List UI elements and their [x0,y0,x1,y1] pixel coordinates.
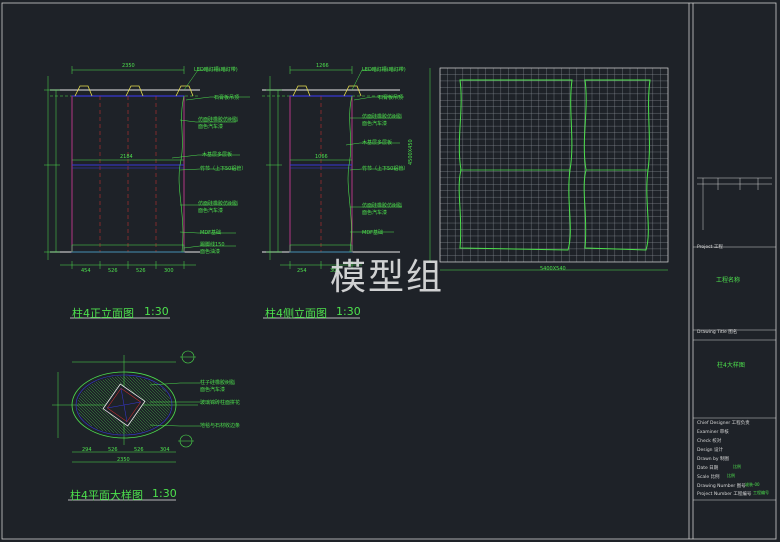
plan-detail-scale: 1:30 [152,487,177,500]
side-annotation: 仿面硅橡胶仿树脂 [362,203,403,209]
plan-annotation: 面色汽车漆 [200,387,226,393]
plan-total-dimension: 2350 [117,457,130,463]
tb-row-label: Drawn by 制图 [697,457,729,462]
tb-row-label: Project Number 工程编号 [697,492,752,497]
front-annotation: 木基层多层板 [202,152,233,158]
side-annotation: 仿面硅橡胶仿树脂 [362,114,403,120]
front-annotation: 面色油漆 [200,249,221,255]
side-mid-dimension: 1066 [315,154,328,160]
side-bottom-dimension: 254 [297,268,307,274]
tb-row-label: Scale 比例 [697,475,720,480]
side-elevation-scale: 1:30 [336,305,361,318]
project-name: 工程名称 [716,277,741,284]
side-annotation: LED暗灯槽(暗灯带) [362,67,406,73]
side-annotation: 竹节（上下50铝管） [362,166,409,172]
side-top-dimension: 1266 [316,63,329,69]
watermark: 模型组 [330,257,445,298]
side-annotation: 面色汽车漆 [362,121,388,127]
front-bottom-dimension: 526 [108,268,118,274]
side-elevation-title: 柱4侧立面图 [265,307,327,320]
front-annotation: 仿面硅橡胶仿树脂 [198,117,239,123]
front-annotation: 石膏板吊顶 [214,95,240,101]
tb-row-label: Date 日期 [697,466,719,471]
plan-bottom-dimension: 294 [82,447,92,453]
plan-detail [52,350,200,463]
hatch-line [162,388,166,392]
plan-annotation: 地毯与石材收边条 [200,423,241,429]
tb-row-label: Design 设计 [697,448,723,453]
side-annotation: MDF基础 [362,230,384,236]
side-annotation: 木基层多层板 [362,140,393,146]
grid-side-dimension: 4500X450 [408,139,414,165]
grid-bottom-dimension: 5400X540 [540,266,566,272]
front-annotation: MDF基础 [200,230,222,236]
tb-row-value: 比例 [727,473,735,478]
front-annotation: 竹节（上下50铝管） [200,166,247,172]
tb-row-label: Chief Designer 工程负责 [697,421,750,426]
front-annotation: 面色汽车漆 [198,208,224,214]
project-label: Project 工程 [697,245,723,250]
plan-annotation: 玻璃锦砖柱面拼花 [200,400,241,406]
front-mid-dimension: 2184 [120,154,133,160]
front-bottom-dimension: 526 [136,268,146,274]
hatch-line [143,378,171,406]
tb-row-value: 比例 [733,464,741,469]
plan-detail-title: 柱4平面大样图 [70,489,143,502]
tb-row-label: Drawing Number 图号 [697,484,746,489]
front-bottom-dimension: 300 [164,268,174,274]
plan-bottom-dimension: 304 [160,447,170,453]
tb-row-label: Check 校对 [697,439,722,444]
front-bottom-dimension: 454 [81,268,91,274]
side-annotation: 面色汽车漆 [362,210,388,216]
front-elevation-scale: 1:30 [144,305,169,318]
plan-bottom-dimension: 526 [134,447,144,453]
plan-bottom-dimension: 526 [108,447,118,453]
side-annotation: 石膏板吊顶 [378,95,404,101]
tb-row-value: 竣装-00 [745,482,760,487]
tile-grid-pattern [429,67,669,271]
tb-row-value: 工程编号 [753,490,769,495]
hatch-line [77,408,98,429]
hatch-line [153,382,170,399]
front-top-dimension: 2350 [122,63,135,69]
front-annotation: 踢脚线150 [200,242,225,248]
front-annotation: 仿面硅橡胶仿树脂 [198,201,239,207]
front-annotation: 面色汽车漆 [198,124,224,130]
drawing-title: 柱4大样图 [717,362,745,369]
front-elevation-title: 柱4正立面图 [72,307,134,320]
drawing-title-label: Drawing Title 图名 [697,330,738,335]
plan-annotation: 柱子硅橡胶树脂 [200,380,236,386]
tb-row-label: Examiner 审核 [697,430,729,435]
hatch-line [78,412,93,427]
front-annotation: LED暗灯槽(暗灯带) [194,67,238,73]
